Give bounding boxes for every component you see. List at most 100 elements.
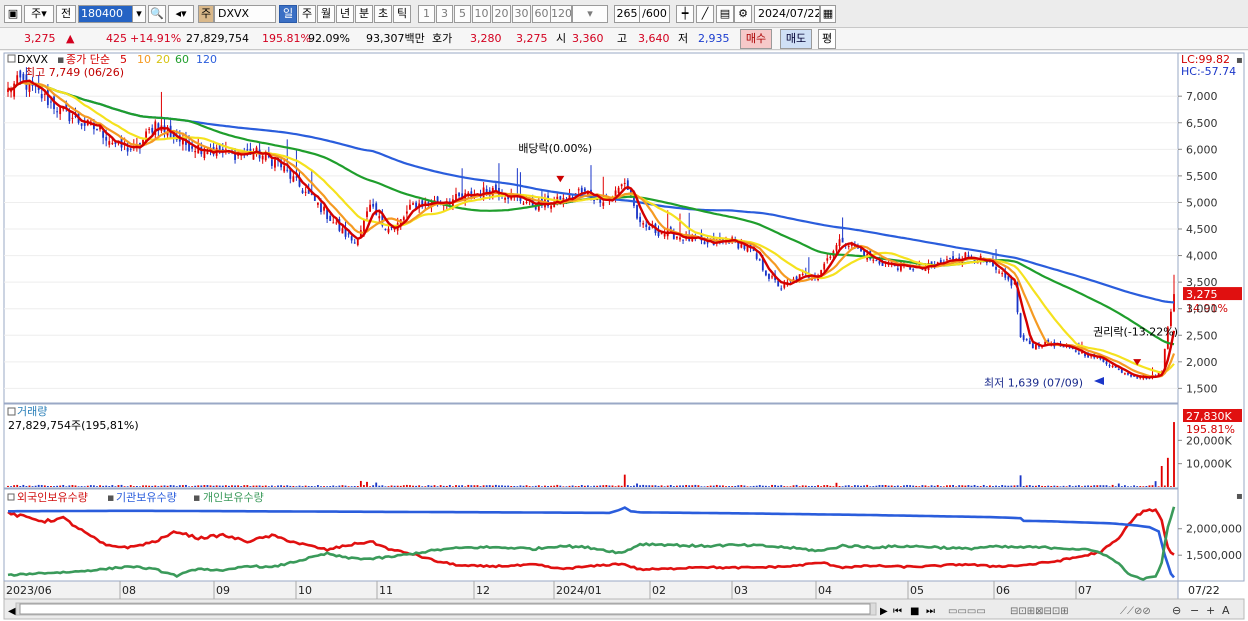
date-input[interactable]: 2024/07/22 <box>754 5 820 23</box>
volume-bar <box>1117 483 1120 487</box>
volume-bar <box>807 486 810 487</box>
buy-button[interactable]: 매수 <box>740 29 772 49</box>
volume-bar <box>1163 485 1166 487</box>
volume-value-label: 27,829,754주(195,81%) <box>8 419 139 432</box>
panel-max-icon[interactable]: ▪ <box>1236 55 1243 66</box>
minute-button-10[interactable]: 10 <box>472 5 491 23</box>
ma-legend-5: 5 <box>120 53 127 66</box>
minute-button-20[interactable]: 20 <box>492 5 511 23</box>
chart-svg[interactable]: DXVX ▪ 종가 단순 5 10 20 60 120 최고 7,749 (06… <box>0 51 1248 621</box>
volume-bar <box>666 485 669 487</box>
scrollbar-thumb[interactable] <box>19 603 871 615</box>
volume-bar <box>19 486 22 487</box>
volume-bar <box>946 485 948 487</box>
zoom-in-icon[interactable]: + <box>1206 604 1215 617</box>
ruler-icon[interactable]: ▭▭▭▭ <box>948 606 986 617</box>
candle-body <box>412 203 414 205</box>
volume-bar <box>347 486 350 487</box>
volume-bar <box>332 485 335 487</box>
volume-bar <box>866 484 869 487</box>
holdings-tick-label: 1,500,000 <box>1186 549 1242 562</box>
volume-bar <box>1047 485 1050 487</box>
volume-bar <box>829 485 832 487</box>
save-icon[interactable]: ▤ <box>716 5 734 23</box>
volume-bar <box>258 485 261 487</box>
candle-body <box>642 223 645 225</box>
volume-bar <box>120 484 123 487</box>
calendar-icon[interactable]: ▦ <box>820 5 836 23</box>
interval-button-3[interactable]: 년 <box>336 5 354 23</box>
minute-button-1[interactable]: 1 <box>418 5 435 23</box>
interval-button-0[interactable]: 일 <box>279 5 297 23</box>
holdings-max-icon[interactable]: ▪ <box>1236 491 1243 502</box>
interval-button-2[interactable]: 월 <box>317 5 335 23</box>
rewind-icon[interactable]: ⏮ <box>893 606 902 617</box>
change-value: 425 <box>106 32 127 45</box>
minute-button-120[interactable]: 120 <box>550 5 572 23</box>
interval-button-5[interactable]: 초 <box>374 5 392 23</box>
window-icon[interactable]: ▣ <box>4 5 22 23</box>
average-button[interactable]: 평 <box>818 29 836 49</box>
volume-bar <box>7 485 9 487</box>
scroll-right-icon[interactable]: ▶ <box>880 606 888 617</box>
minute-button-30[interactable]: 30 <box>512 5 531 23</box>
stock-code-input[interactable]: 180400 <box>78 5 136 23</box>
volume-bar <box>559 485 562 487</box>
blank-dropdown[interactable]: ▾ <box>572 5 608 23</box>
candle-body <box>1117 368 1120 370</box>
toolbar: ▣ 주▾ 전 180400 ▾ 🔍 ◂▾ 주 DXVX 일주월년분초틱 1351… <box>0 0 1248 28</box>
search-zoom-icon[interactable]: ⊖ <box>1172 604 1181 617</box>
stop-icon[interactable]: ■ <box>910 606 919 617</box>
volume-bar <box>452 486 454 487</box>
count-input[interactable]: 265 <box>614 5 640 23</box>
volume-bar <box>1084 485 1086 487</box>
volume-bar <box>936 485 939 487</box>
volume-bar <box>1074 485 1077 487</box>
volume-bar <box>1004 485 1007 487</box>
volume-bar <box>602 485 605 487</box>
prev-button[interactable]: 전 <box>56 5 76 23</box>
stock-name-field[interactable]: DXVX <box>214 5 276 23</box>
gear-icon[interactable]: ⚙ <box>734 5 752 23</box>
volume-bar <box>246 485 249 487</box>
candle-body <box>896 268 899 270</box>
ratio-value: 92.09% <box>308 32 350 45</box>
volume-bar <box>442 485 445 487</box>
scroll-left-icon[interactable]: ◀ <box>8 606 16 617</box>
volume-bar <box>359 480 362 487</box>
candle-body <box>129 148 132 150</box>
volume-bar <box>556 484 559 487</box>
zoom-out-icon[interactable]: − <box>1190 604 1199 617</box>
layout-icons[interactable]: ⊟⊡⊞⊠⊟⊡⊞ <box>1010 606 1069 617</box>
volume-bar <box>580 484 583 487</box>
chart-area[interactable]: DXVX ▪ 종가 단순 5 10 20 60 120 최고 7,749 (06… <box>0 51 1248 621</box>
minute-button-60[interactable]: 60 <box>532 5 551 23</box>
interval-button-1[interactable]: 주 <box>298 5 316 23</box>
candle-body <box>847 245 850 247</box>
volume-bar <box>811 485 813 487</box>
type-label[interactable]: 주 <box>198 5 214 23</box>
candle-type-icon[interactable]: ┿ <box>676 5 694 23</box>
font-size-icon[interactable]: A <box>1222 604 1230 617</box>
interval-button-6[interactable]: 틱 <box>393 5 411 23</box>
volume-bar <box>68 485 71 487</box>
volume-bar <box>418 485 421 487</box>
period-dropdown[interactable]: 주▾ <box>24 5 54 23</box>
volume-bar <box>949 485 951 487</box>
minute-button-3[interactable]: 3 <box>436 5 453 23</box>
volume-bar <box>718 485 721 487</box>
volume-bar <box>706 486 709 487</box>
sell-button[interactable]: 매도 <box>780 29 812 49</box>
volume-tick-label: 10,000K <box>1186 458 1232 471</box>
minute-button-5[interactable]: 5 <box>454 5 471 23</box>
volume-bar <box>875 485 878 487</box>
draw-tool-icons[interactable]: ⟋⟋⊘⊘ <box>1120 606 1151 617</box>
volume-bar <box>390 485 393 487</box>
code-dropdown-arrow-icon[interactable]: ▾ <box>132 5 146 23</box>
interval-button-4[interactable]: 분 <box>355 5 373 23</box>
speaker-icon[interactable]: ◂▾ <box>168 5 194 23</box>
line-tool-icon[interactable]: ╱ <box>696 5 714 23</box>
candle-body <box>19 70 22 78</box>
forward-icon[interactable]: ⏭ <box>926 606 935 617</box>
search-icon[interactable]: 🔍 <box>148 5 166 23</box>
